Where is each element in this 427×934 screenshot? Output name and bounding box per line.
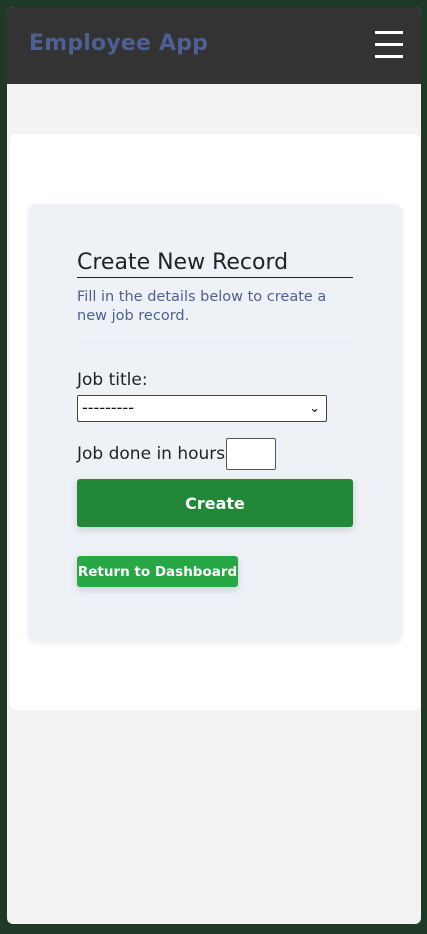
divider: [77, 342, 353, 343]
page-title: Create New Record: [77, 250, 353, 278]
hours-input[interactable]: [226, 438, 276, 470]
navbar: Employee App: [7, 7, 421, 84]
app-window: Employee App Create New Record Fill in t…: [7, 7, 421, 924]
job-title-select[interactable]: --------- ⌄: [77, 395, 327, 422]
form-description: Fill in the details below to create a ne…: [77, 289, 327, 324]
job-title-selected-value: ---------: [82, 398, 134, 417]
job-title-label: Job title:: [77, 370, 148, 390]
hamburger-menu-icon[interactable]: [375, 31, 403, 59]
return-to-dashboard-button[interactable]: Return to Dashboard: [77, 556, 238, 587]
brand-logo-text[interactable]: Employee App: [29, 31, 208, 56]
hours-label: Job done in hours:: [77, 444, 231, 464]
content-card: Create New Record Fill in the details be…: [10, 134, 420, 710]
create-button[interactable]: Create: [77, 479, 353, 527]
chevron-down-icon: ⌄: [309, 401, 320, 416]
create-record-form: Create New Record Fill in the details be…: [28, 204, 402, 641]
